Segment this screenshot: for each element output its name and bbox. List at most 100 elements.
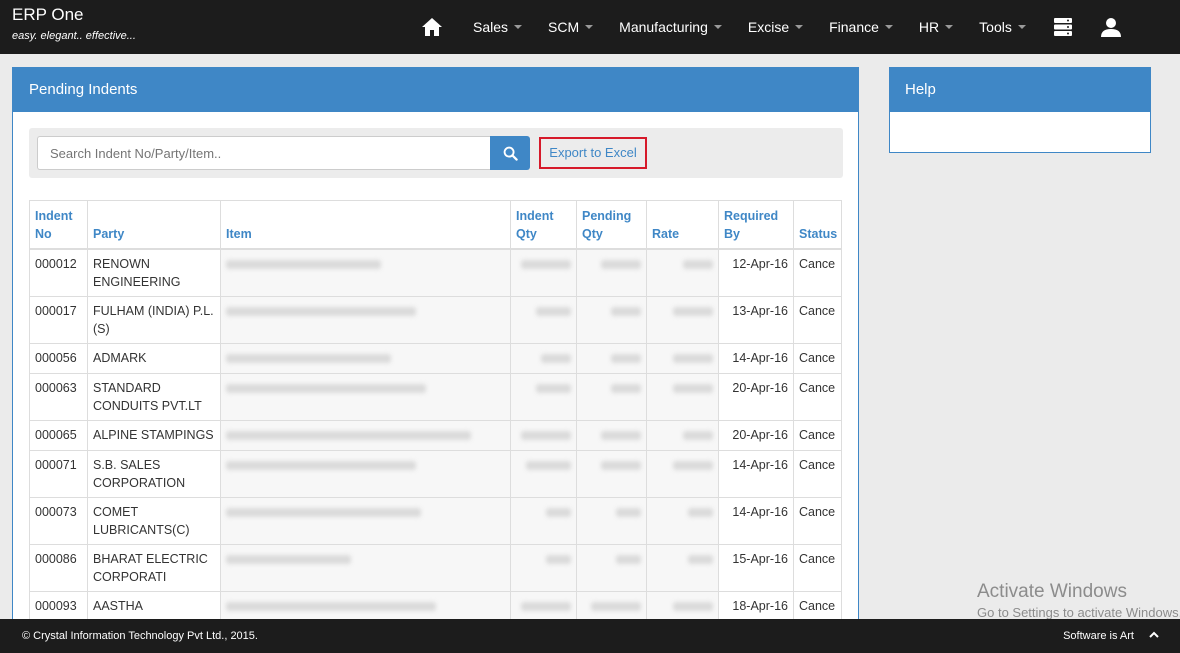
table-row[interactable]: 000017 FULHAM (INDIA) P.L. (S) 13-Apr-16 Ca…	[29, 295, 842, 344]
indents-table: Indent No Party Item Indent Qty Pending …	[29, 200, 842, 622]
search-input[interactable]	[37, 136, 491, 170]
home-icon[interactable]	[410, 0, 454, 54]
indents-table-container[interactable]: Indent No Party Item Indent Qty Pending …	[29, 200, 843, 627]
search-button[interactable]	[490, 136, 530, 170]
cell-pending-qty-redacted	[576, 543, 647, 592]
brand-tagline: easy. elegant.. effective...	[12, 30, 136, 42]
footer-copyright: © Crystal Information Technology Pvt Ltd…	[22, 630, 258, 642]
cell-party: ADMARK	[87, 342, 221, 374]
cell-indent-qty-redacted	[510, 449, 577, 498]
table-row[interactable]: 000063 STANDARD CONDUITS PVT.LT 20-Apr-16 C…	[29, 372, 842, 421]
chevron-up-icon[interactable]	[1148, 629, 1160, 644]
col-indent-qty[interactable]: Indent Qty	[510, 200, 577, 250]
cell-pending-qty-redacted	[576, 295, 647, 344]
cell-item-redacted	[220, 419, 511, 451]
cell-indent-no: 000093	[29, 590, 88, 622]
menu-scm[interactable]: SCM	[535, 0, 606, 54]
cell-pending-qty-redacted	[576, 372, 647, 421]
cell-pending-qty-redacted	[576, 496, 647, 545]
cell-status: Cance	[793, 295, 842, 344]
menu-sales[interactable]: Sales	[460, 0, 535, 54]
menu-manufacturing[interactable]: Manufacturing	[606, 0, 735, 54]
export-to-excel-link[interactable]: Export to Excel	[539, 137, 647, 169]
cell-party: BHARAT ELECTRIC CORPORATI	[87, 543, 221, 592]
cell-indent-qty-redacted	[510, 543, 577, 592]
cell-pending-qty-redacted	[576, 342, 647, 374]
cell-required-by: 14-Apr-16	[718, 449, 794, 498]
cell-item-redacted	[220, 372, 511, 421]
help-panel: Help	[889, 67, 1151, 153]
col-status[interactable]: Status	[793, 200, 842, 250]
cell-indent-no: 000056	[29, 342, 88, 374]
cell-rate-redacted	[646, 419, 719, 451]
cell-party: S.B. SALES CORPORATION	[87, 449, 221, 498]
cell-item-redacted	[220, 590, 511, 622]
table-body: 000012 RENOWN ENGINEERING 12-Apr-16 Cance 00…	[29, 248, 842, 622]
cell-party: FULHAM (INDIA) P.L. (S)	[87, 295, 221, 344]
menu-hr[interactable]: HR	[906, 0, 966, 54]
cell-status: Cance	[793, 496, 842, 545]
cell-pending-qty-redacted	[576, 248, 647, 297]
col-item[interactable]: Item	[220, 200, 511, 250]
cell-indent-qty-redacted	[510, 496, 577, 545]
table-row[interactable]: 000056 ADMARK 14-Apr-16 Cance	[29, 342, 842, 374]
pending-indents-panel: Pending Indents Export to Excel Indent N…	[12, 67, 859, 627]
cell-rate-redacted	[646, 342, 719, 374]
cell-rate-redacted	[646, 248, 719, 297]
table-header-row: Indent No Party Item Indent Qty Pending …	[29, 200, 842, 250]
col-party[interactable]: Party	[87, 200, 221, 250]
chevron-down-icon	[713, 25, 722, 29]
cell-required-by: 15-Apr-16	[718, 543, 794, 592]
cell-rate-redacted	[646, 496, 719, 545]
cell-party: RENOWN ENGINEERING	[87, 248, 221, 297]
col-rate[interactable]: Rate	[646, 200, 719, 250]
cell-pending-qty-redacted	[576, 590, 647, 622]
search-bar: Export to Excel	[29, 128, 843, 178]
footer: © Crystal Information Technology Pvt Ltd…	[0, 619, 1180, 653]
col-pending-qty[interactable]: Pending Qty	[576, 200, 647, 250]
table-row[interactable]: 000086 BHARAT ELECTRIC CORPORATI 15-Apr-16…	[29, 543, 842, 592]
cell-item-redacted	[220, 543, 511, 592]
table-row[interactable]: 000093 AASTHA 18-Apr-16 Cance	[29, 590, 842, 622]
cell-indent-no: 000017	[29, 295, 88, 344]
cell-party: STANDARD CONDUITS PVT.LT	[87, 372, 221, 421]
top-navbar: ERP One easy. elegant.. effective... Sal…	[0, 0, 1180, 54]
cell-status: Cance	[793, 419, 842, 451]
table-row[interactable]: 000073 COMET LUBRICANTS(C) 14-Apr-16 Cance	[29, 496, 842, 545]
cell-item-redacted	[220, 496, 511, 545]
cell-indent-no: 000065	[29, 419, 88, 451]
cell-status: Cance	[793, 342, 842, 374]
cell-required-by: 12-Apr-16	[718, 248, 794, 297]
table-row[interactable]: 000071 S.B. SALES CORPORATION 14-Apr-16 Can…	[29, 449, 842, 498]
cell-indent-no: 000012	[29, 248, 88, 297]
cell-item-redacted	[220, 248, 511, 297]
cell-status: Cance	[793, 372, 842, 421]
cell-indent-qty-redacted	[510, 248, 577, 297]
cell-indent-no: 000073	[29, 496, 88, 545]
cell-pending-qty-redacted	[576, 419, 647, 451]
activate-windows-watermark: Activate Windows Go to Settings to activ…	[977, 581, 1180, 623]
cell-item-redacted	[220, 295, 511, 344]
table-row[interactable]: 000012 RENOWN ENGINEERING 12-Apr-16 Cance	[29, 248, 842, 297]
cell-required-by: 20-Apr-16	[718, 419, 794, 451]
cell-status: Cance	[793, 248, 842, 297]
menu-finance[interactable]: Finance	[816, 0, 906, 54]
server-icon[interactable]	[1039, 0, 1087, 54]
cell-indent-qty-redacted	[510, 372, 577, 421]
menu-tools[interactable]: Tools	[966, 0, 1039, 54]
cell-status: Cance	[793, 543, 842, 592]
cell-party: COMET LUBRICANTS(C)	[87, 496, 221, 545]
cell-required-by: 14-Apr-16	[718, 342, 794, 374]
brand[interactable]: ERP One easy. elegant.. effective...	[12, 5, 136, 42]
user-icon[interactable]	[1087, 0, 1135, 54]
chevron-down-icon	[945, 25, 954, 29]
table-row[interactable]: 000065 ALPINE STAMPINGS 20-Apr-16 Cance	[29, 419, 842, 451]
cell-rate-redacted	[646, 372, 719, 421]
brand-title: ERP One	[12, 5, 84, 24]
cell-rate-redacted	[646, 449, 719, 498]
help-title: Help	[890, 68, 1150, 112]
col-indent-no[interactable]: Indent No	[29, 200, 88, 250]
cell-indent-qty-redacted	[510, 295, 577, 344]
col-required-by[interactable]: Required By	[718, 200, 794, 250]
menu-excise[interactable]: Excise	[735, 0, 816, 54]
